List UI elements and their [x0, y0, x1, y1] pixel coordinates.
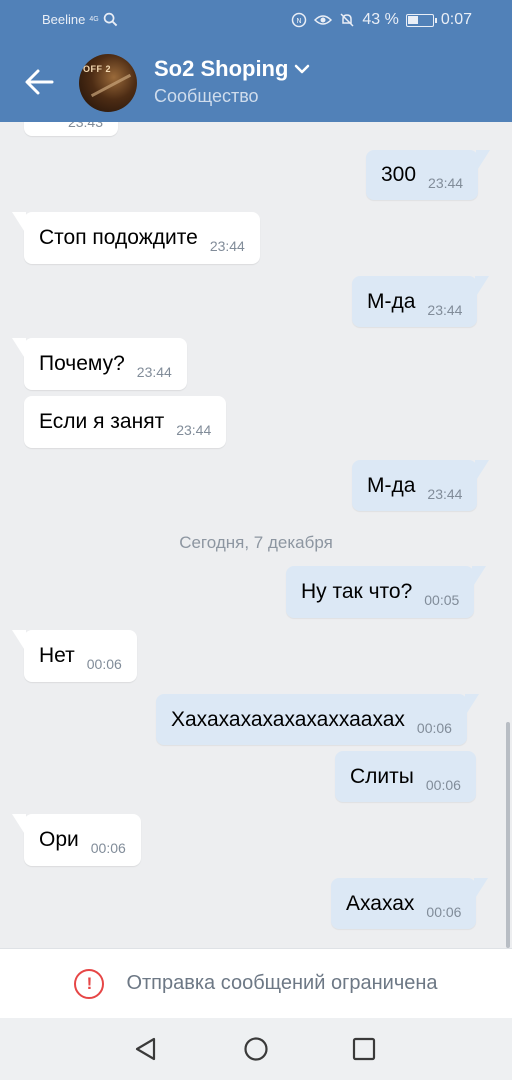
message-bubble[interactable]: Если я занят 23:44	[24, 396, 227, 448]
message-text: Стоп подождите	[39, 226, 198, 249]
bubble-tail	[475, 460, 490, 482]
message-text: Ахахах	[346, 891, 415, 915]
message-bubble[interactable]: 300 23:44	[366, 150, 491, 200]
message-time: 00:06	[86, 656, 122, 672]
message-time: 00:06	[426, 903, 462, 920]
message-text: Слиты	[350, 764, 414, 788]
avatar[interactable]: OFF 2	[79, 54, 137, 112]
chat-title-block[interactable]: So2 Shoping Сообщество	[154, 56, 310, 107]
status-left: Beeline 4G	[42, 12, 118, 27]
data-saver-icon: N	[292, 12, 307, 28]
bubble-tail	[12, 814, 26, 836]
chat-subtitle: Сообщество	[154, 86, 259, 106]
carrier-name: Beeline	[42, 12, 86, 27]
battery-icon	[405, 13, 437, 27]
restriction-text: Отправка сообщений ограничена	[126, 972, 438, 994]
message-text: Ну так что?	[301, 580, 413, 603]
svg-text:N: N	[297, 17, 302, 25]
message-bubble[interactable]: Ну так что? 00:05	[286, 566, 487, 618]
bubble-tail	[12, 212, 26, 234]
message-time: 23:44	[427, 485, 463, 502]
search-icon	[104, 12, 118, 27]
date-separator: Сегодня, 7 декабря	[179, 533, 333, 552]
mute-bell-icon	[340, 13, 354, 27]
avatar-decoration	[90, 73, 132, 98]
bubble-tail	[12, 338, 26, 360]
eye-icon	[314, 15, 333, 25]
message-text: Почему?	[39, 352, 125, 375]
avatar-logo-text: OFF 2	[83, 64, 112, 74]
chat-title[interactable]: So2 Shoping	[154, 56, 310, 82]
message-time: 23:44	[136, 364, 172, 380]
bubble-tail	[464, 694, 479, 716]
bubble-tail	[474, 878, 489, 900]
bubble-tail	[12, 630, 26, 652]
message-text: Нет	[39, 644, 75, 667]
message-time: 23:44	[209, 238, 245, 254]
message-bubble[interactable]: Стоп подождите 23:44	[12, 212, 260, 264]
clock: 0:07	[440, 11, 472, 28]
bubble-tail	[475, 276, 490, 298]
chevron-down-icon[interactable]	[294, 63, 310, 75]
partial-message-bubble[interactable]: 23:43	[24, 122, 118, 136]
message-time: 00:06	[90, 840, 126, 856]
message-list[interactable]: 23:43 300 23:44 Стоп подождите 23:44 М-д…	[0, 122, 512, 948]
arrow-left-icon[interactable]	[22, 62, 58, 102]
message-text: М-да	[367, 289, 416, 313]
message-text: Хахахахахахахаххаахах	[171, 707, 405, 731]
message-bubble[interactable]: Нет 00:06	[12, 630, 137, 682]
app-header: Beeline 4G N 43 % 0:07 OFF 2 So2 Shoping…	[0, 0, 512, 122]
message-bubble[interactable]: М-да 23:44	[352, 276, 490, 327]
status-right: N 43 % 0:07	[291, 11, 472, 29]
bubble-tail	[476, 150, 491, 172]
message-time: 23:43	[67, 122, 103, 130]
status-bar: Beeline 4G N 43 % 0:07	[0, 0, 512, 42]
message-bubble[interactable]: Ахахах 00:06	[331, 878, 489, 929]
message-bubble[interactable]: М-да 23:44	[352, 460, 490, 511]
message-time: 00:06	[425, 776, 461, 793]
messaging-restricted-banner: ! Отправка сообщений ограничена	[0, 948, 512, 1018]
message-time: 23:44	[428, 175, 464, 191]
message-text: М-да	[367, 473, 416, 497]
square-recents-icon[interactable]	[349, 1034, 379, 1064]
message-time: 00:05	[424, 592, 460, 608]
message-text: Если я занят	[39, 410, 165, 433]
scrollbar-thumb[interactable]	[506, 722, 510, 948]
message-bubble[interactable]: Слиты 00:06	[335, 751, 476, 802]
message-text: 300	[381, 163, 417, 186]
message-time: 23:44	[176, 422, 212, 438]
message-time: 23:44	[427, 301, 463, 318]
exclamation-circle-icon: !	[74, 968, 105, 999]
message-text: Ори	[39, 828, 79, 851]
message-bubble[interactable]: Ори 00:06	[12, 814, 141, 866]
circle-home-icon[interactable]	[241, 1034, 271, 1064]
message-time: 00:06	[416, 719, 452, 736]
bubble-tail	[472, 566, 487, 588]
message-bubble[interactable]: Почему? 23:44	[12, 338, 187, 390]
triangle-back-icon[interactable]	[131, 1034, 161, 1064]
system-navigation-bar	[0, 1018, 512, 1080]
network-type-icon: 4G	[89, 16, 99, 23]
chat-title-text: So2 Shoping	[154, 56, 289, 81]
battery-percent: 43 %	[362, 11, 399, 28]
message-bubble[interactable]: Хахахахахахахаххаахах 00:06	[156, 694, 479, 745]
